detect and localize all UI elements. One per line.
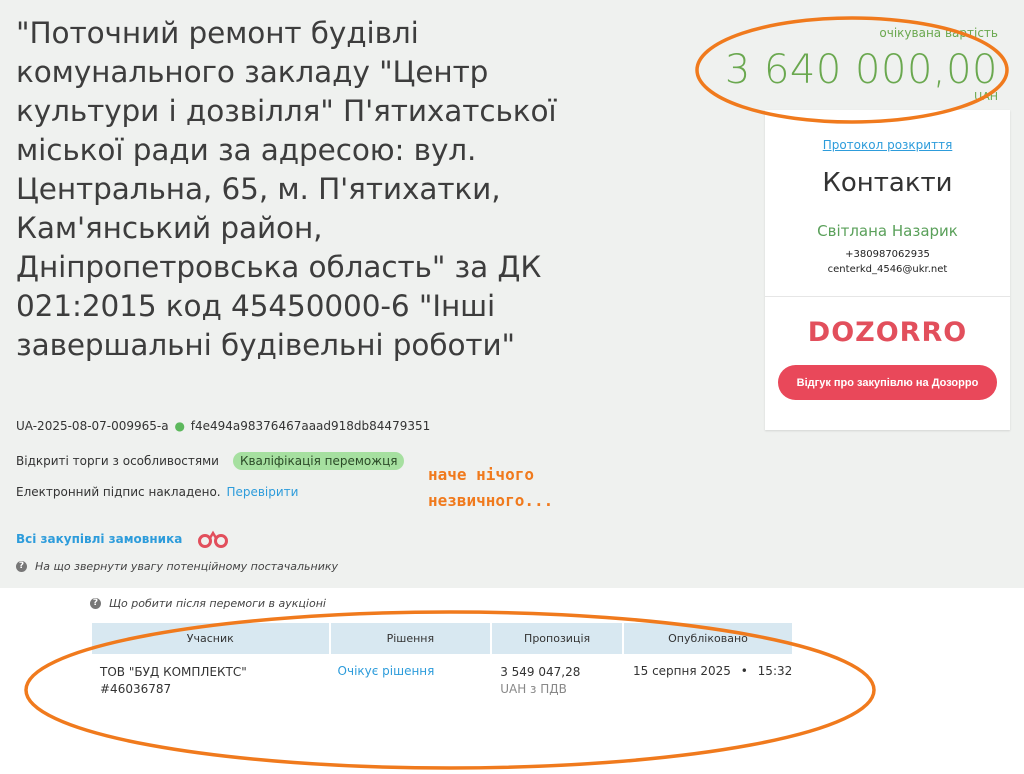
offer-amount: 3 549 047,28: [500, 665, 581, 679]
dozorro-logo: DOZORRO: [807, 317, 968, 348]
bids-table: Учасник Рішення Пропозиція Опубліковано …: [92, 623, 795, 714]
all-purchases-link[interactable]: Всі закупівлі замовника: [16, 530, 232, 548]
expected-price-currency: UAH: [974, 90, 998, 103]
supplier-hint-label: На що звернути увагу потенційному постач…: [35, 560, 339, 573]
column-header-decision: Рішення: [329, 623, 493, 654]
status-dot-icon: ●: [174, 419, 185, 433]
question-icon: ?: [16, 561, 27, 572]
bullet-separator: •: [740, 664, 748, 678]
annotation-line-1: наче нічого: [428, 465, 534, 484]
procedure-info: Відкриті торги з особливостями Кваліфіка…: [16, 452, 405, 470]
card-divider: [765, 296, 1010, 297]
column-header-offer: Пропозиція: [491, 623, 624, 654]
after-win-hint-label: Що робити після перемоги в аукціоні: [109, 597, 326, 610]
contact-email: centerkd_4546@ukr.net: [827, 264, 948, 275]
verify-signature-link[interactable]: Перевірити: [226, 485, 298, 499]
expected-price-value: 3 640 000,00: [724, 47, 998, 93]
published-time: 15:32: [757, 664, 793, 678]
tender-hash: f4e494a98376467aaad918db84479351: [190, 419, 431, 433]
offer-cell: 3 549 047,28 UAH з ПДВ: [491, 654, 623, 714]
signature-text: Електронний підпис накладено.: [16, 485, 221, 499]
status-badge: Кваліфікація переможця: [232, 452, 405, 470]
table-row: ТОВ "БУД КОМПЛЕКТС" #46036787 Очікує ріш…: [92, 654, 793, 714]
all-purchases-label: Всі закупівлі замовника: [16, 532, 183, 546]
signature-info: Електронний підпис накладено. Перевірити: [16, 485, 298, 499]
handwritten-annotation: наче нічого незвичного...: [428, 462, 628, 514]
published-cell: 15 серпня 2025 • 15:32: [623, 654, 793, 714]
tender-identifier: UA-2025-08-07-009965-a ● f4e494a98376467…: [16, 419, 430, 433]
column-header-participant: Учасник: [92, 623, 331, 654]
participant-code: #46036787: [100, 682, 172, 696]
tender-id: UA-2025-08-07-009965-a: [16, 419, 169, 433]
auction-section: ? Що робити після перемоги в аукціоні Уч…: [80, 588, 795, 774]
tender-title: "Поточний ремонт будівлі комунального за…: [16, 16, 557, 362]
participant-cell: ТОВ "БУД КОМПЛЕКТС" #46036787: [92, 654, 330, 714]
column-header-published: Опубліковано: [622, 623, 795, 654]
procedure-type: Відкриті торги з особливостями: [16, 454, 219, 468]
decision-link[interactable]: Очікує рішення: [338, 664, 435, 678]
published-date: 15 серпня 2025: [632, 664, 731, 678]
question-icon: ?: [90, 598, 101, 609]
dozorro-feedback-button[interactable]: Відгук про закупівлю на Дозорро: [778, 365, 997, 400]
protocol-link[interactable]: Протокол розкриття: [765, 138, 1010, 152]
contact-name: Світлана Назарик: [817, 222, 958, 240]
expected-price-label: очікувана вартість: [879, 26, 998, 40]
contact-phone: +380987062935: [845, 249, 930, 260]
annotation-line-2: незвичного...: [428, 491, 554, 510]
supplier-hint[interactable]: ? На що звернути увагу потенційному пост…: [16, 560, 338, 573]
contacts-title: Контакти: [822, 168, 953, 198]
binoculars-icon: [198, 530, 229, 548]
table-header-row: Учасник Рішення Пропозиція Опубліковано: [92, 623, 795, 654]
participant-name: ТОВ "БУД КОМПЛЕКТС": [100, 665, 247, 679]
after-win-hint[interactable]: ? Що робити після перемоги в аукціоні: [90, 597, 326, 610]
decision-cell: Очікує рішення: [330, 654, 492, 714]
offer-vat: UAH з ПДВ: [500, 682, 567, 696]
sidebar-card: Протокол розкриття Контакти Світлана Наз…: [765, 110, 1010, 430]
